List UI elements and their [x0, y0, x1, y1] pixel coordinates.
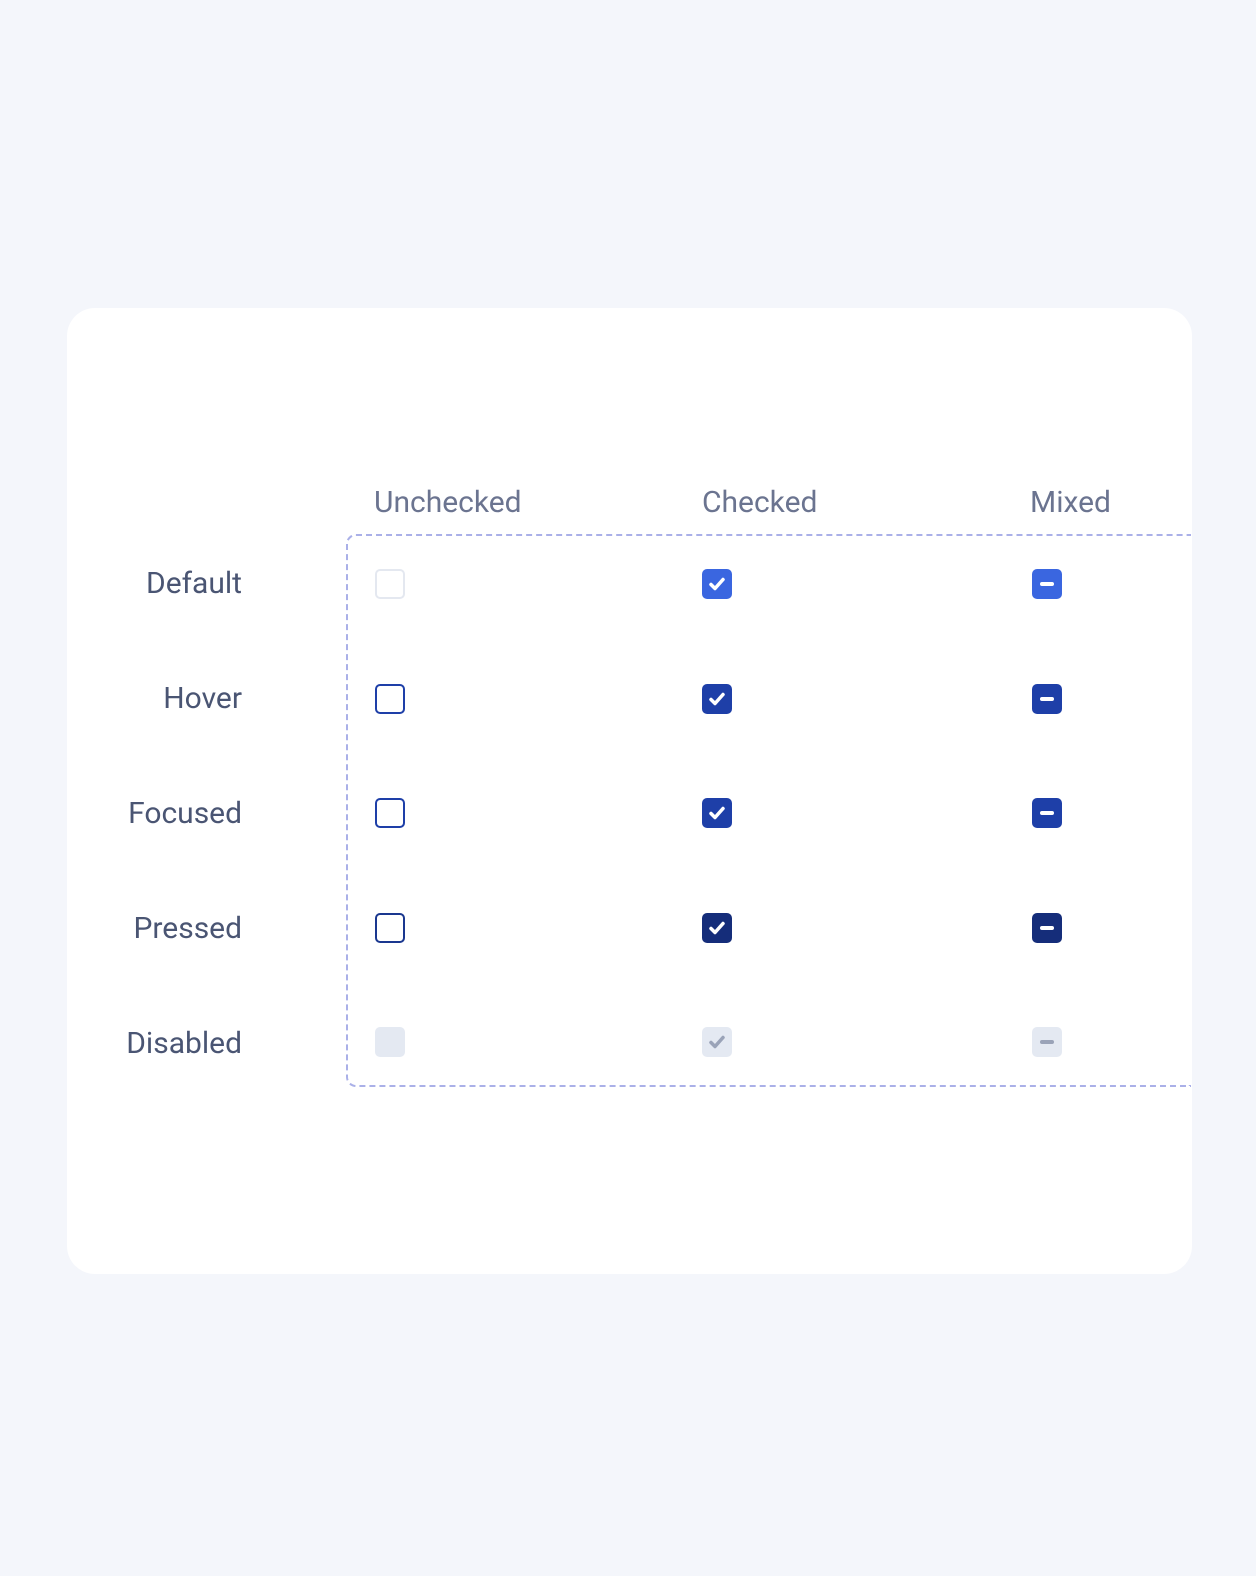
dash-icon	[1040, 926, 1054, 930]
checkbox-mixed-disabled	[1032, 1027, 1062, 1057]
checkbox-unchecked-focused[interactable]	[375, 798, 405, 828]
checkbox-unchecked-hover[interactable]	[375, 684, 405, 714]
dash-icon	[1040, 1040, 1054, 1044]
checkbox-mixed-hover[interactable]	[1032, 684, 1062, 714]
checkbox-checked-focused[interactable]	[702, 798, 732, 828]
row-label-default: Default	[42, 566, 242, 601]
checkbox-mixed-default[interactable]	[1032, 569, 1062, 599]
row-label-disabled: Disabled	[42, 1026, 242, 1061]
check-icon	[708, 804, 726, 822]
checkbox-mixed-focused[interactable]	[1032, 798, 1062, 828]
check-icon	[708, 1033, 726, 1051]
row-label-focused: Focused	[42, 796, 242, 831]
row-label-pressed: Pressed	[42, 911, 242, 946]
checkbox-checked-hover[interactable]	[702, 684, 732, 714]
checkbox-unchecked-default[interactable]	[375, 569, 405, 599]
checkbox-checked-pressed[interactable]	[702, 913, 732, 943]
card-panel	[67, 308, 1192, 1274]
dash-icon	[1040, 582, 1054, 586]
checkbox-unchecked-pressed[interactable]	[375, 913, 405, 943]
checkbox-unchecked-disabled	[375, 1027, 405, 1057]
check-icon	[708, 919, 726, 937]
column-header-mixed: Mixed	[1030, 485, 1111, 520]
checkbox-mixed-pressed[interactable]	[1032, 913, 1062, 943]
checkbox-checked-disabled	[702, 1027, 732, 1057]
dash-icon	[1040, 811, 1054, 815]
dash-icon	[1040, 697, 1054, 701]
check-icon	[708, 575, 726, 593]
row-label-hover: Hover	[42, 681, 242, 716]
column-header-checked: Checked	[702, 485, 817, 520]
check-icon	[708, 690, 726, 708]
column-header-unchecked: Unchecked	[374, 485, 522, 520]
checkbox-checked-default[interactable]	[702, 569, 732, 599]
